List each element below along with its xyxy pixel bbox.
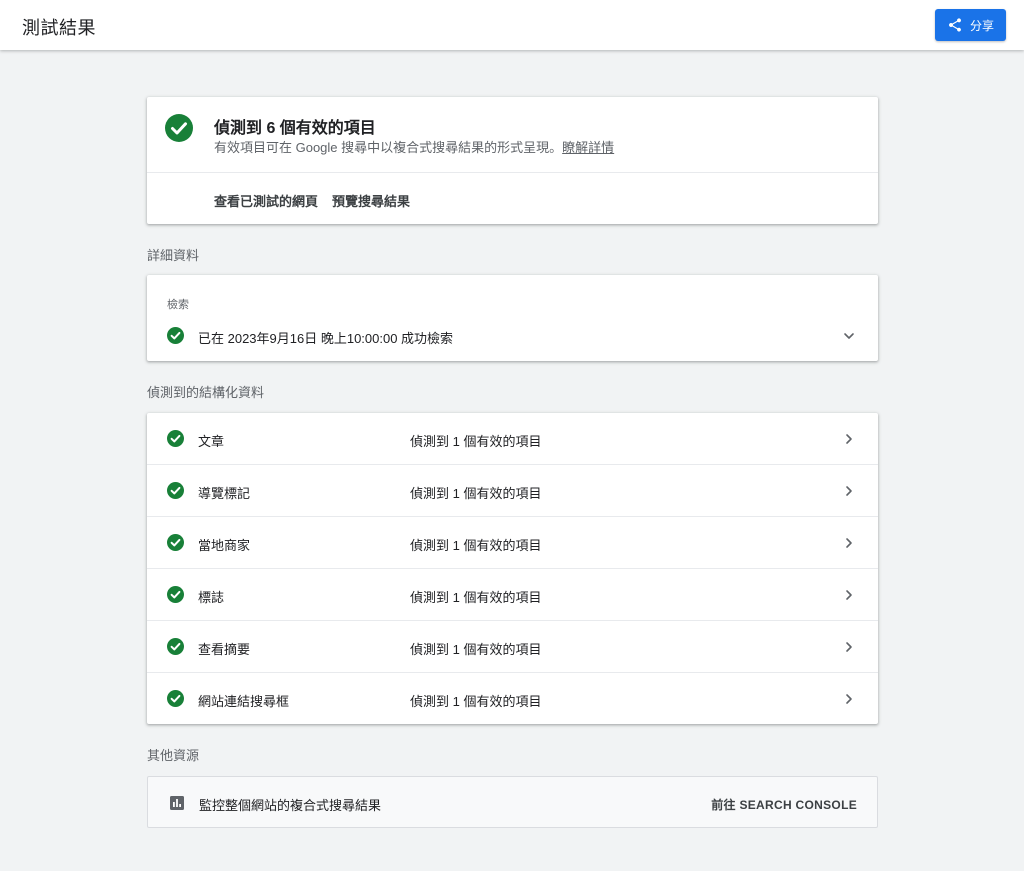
bar-chart-icon xyxy=(170,796,184,810)
crawl-label: 檢索 xyxy=(167,299,189,311)
top-bar: 測試結果 分享 xyxy=(0,0,1024,50)
structured-item-status: 偵測到 1 個有效的項目 xyxy=(410,694,542,709)
open-search-console-link[interactable]: 前往 SEARCH CONSOLE xyxy=(711,796,857,813)
structured-item-row[interactable]: 查看摘要 偵測到 1 個有效的項目 xyxy=(147,621,878,673)
crawl-card[interactable]: 檢索 已在 2023年9月16日 晚上10:00:00 成功檢索 xyxy=(147,275,878,361)
chevron-right-icon xyxy=(846,642,852,652)
structured-item-status: 偵測到 1 個有效的項目 xyxy=(410,642,542,657)
check-circle-icon xyxy=(165,114,193,142)
check-circle-icon xyxy=(167,430,184,447)
share-button[interactable]: 分享 xyxy=(935,9,1006,41)
chevron-right-icon xyxy=(846,538,852,548)
chevron-right-icon xyxy=(846,590,852,600)
divider xyxy=(147,172,878,173)
check-circle-icon xyxy=(167,534,184,551)
summary-headline: 偵測到 6 個有效的項目 xyxy=(214,120,376,137)
details-section-label: 詳細資料 xyxy=(147,248,200,263)
structured-item-status: 偵測到 1 個有效的項目 xyxy=(410,434,542,449)
summary-subtitle-text: 有效項目可在 Google 搜尋中以複合式搜尋結果的形式呈現。 xyxy=(214,140,563,155)
other-resources-section-label: 其他資源 xyxy=(147,748,200,763)
structured-item-name: 導覽標記 xyxy=(198,486,251,501)
check-circle-icon xyxy=(167,638,184,655)
check-circle-icon xyxy=(167,690,184,707)
structured-item-name: 標誌 xyxy=(198,590,225,605)
check-circle-icon xyxy=(167,327,184,344)
check-circle-icon xyxy=(167,482,184,499)
structured-data-section-label: 偵測到的結構化資料 xyxy=(147,385,265,400)
structured-item-name: 查看摘要 xyxy=(198,642,251,657)
crawl-status: 已在 2023年9月16日 晚上10:00:00 成功檢索 xyxy=(198,331,454,346)
chevron-down-icon[interactable] xyxy=(842,329,856,343)
resource-label: 監控整個網站的複合式搜尋結果 xyxy=(199,798,382,813)
structured-data-card: 文章 偵測到 1 個有效的項目 導覽標記 偵測到 1 個有效的項目 當地商家 偵… xyxy=(147,413,878,724)
summary-card: 偵測到 6 個有效的項目 有效項目可在 Google 搜尋中以複合式搜尋結果的形… xyxy=(147,97,878,224)
structured-item-row[interactable]: 文章 偵測到 1 個有效的項目 xyxy=(147,413,878,465)
structured-item-name: 文章 xyxy=(198,434,225,449)
structured-item-status: 偵測到 1 個有效的項目 xyxy=(410,486,542,501)
summary-subtitle: 有效項目可在 Google 搜尋中以複合式搜尋結果的形式呈現。瞭解詳情 xyxy=(214,137,614,156)
structured-item-status: 偵測到 1 個有效的項目 xyxy=(410,590,542,605)
structured-item-name: 當地商家 xyxy=(198,538,251,553)
chevron-right-icon xyxy=(846,434,852,444)
structured-item-row[interactable]: 導覽標記 偵測到 1 個有效的項目 xyxy=(147,465,878,517)
share-icon xyxy=(947,17,963,33)
share-label: 分享 xyxy=(969,18,994,33)
preview-results-button[interactable]: 預覽搜尋結果 xyxy=(332,191,410,210)
structured-item-row[interactable]: 當地商家 偵測到 1 個有效的項目 xyxy=(147,517,878,569)
page-title: 測試結果 xyxy=(22,18,96,38)
resource-row: 監控整個網站的複合式搜尋結果 前往 SEARCH CONSOLE xyxy=(147,776,878,828)
structured-item-status: 偵測到 1 個有效的項目 xyxy=(410,538,542,553)
learn-more-link[interactable]: 瞭解詳情 xyxy=(562,140,614,155)
view-tested-page-button[interactable]: 查看已測試的網頁 xyxy=(214,191,318,210)
structured-item-row[interactable]: 網站連結搜尋框 偵測到 1 個有效的項目 xyxy=(147,673,878,724)
structured-item-row[interactable]: 標誌 偵測到 1 個有效的項目 xyxy=(147,569,878,621)
check-circle-icon xyxy=(167,586,184,603)
chevron-right-icon xyxy=(846,694,852,704)
structured-item-name: 網站連結搜尋框 xyxy=(198,694,290,709)
chevron-right-icon xyxy=(846,486,852,496)
